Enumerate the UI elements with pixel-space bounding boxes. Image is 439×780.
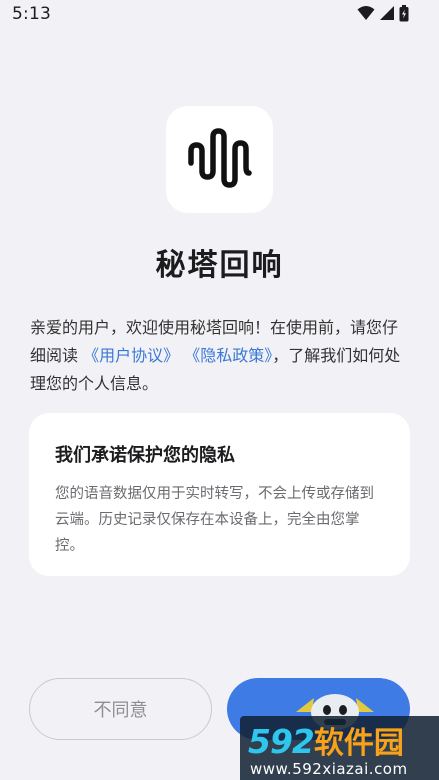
status-icons [357, 4, 409, 26]
decline-button[interactable]: 不同意 [29, 678, 212, 740]
site-watermark: 592软件园 www.592xiazai.com [240, 690, 439, 780]
card-title: 我们承诺保护您的隐私 [55, 445, 235, 466]
card-body: 您的语音数据仅用于实时转写，不会上传或存储到云端。历史记录仅保存在本设备上，完全… [55, 486, 374, 554]
status-bar: 5:13 [0, 0, 439, 32]
user-agreement-link[interactable]: 《用户协议》 [83, 346, 179, 365]
waveform-logo-icon [185, 127, 255, 193]
signal-icon [379, 5, 395, 25]
status-time: 5:13 [12, 4, 51, 24]
watermark-number: 592 [248, 722, 315, 761]
app-logo [166, 106, 273, 213]
privacy-consent-screen: 5:13 秘塔回响 亲爱的用户，欢迎使用秘塔回响！在使用前，请您仔细阅读 《用户… [0, 0, 439, 780]
watermark-brand: 592软件园 [248, 718, 404, 762]
watermark-banner: 592软件园 www.592xiazai.com [240, 716, 439, 780]
wifi-icon [357, 5, 375, 25]
intro-paragraph: 亲爱的用户，欢迎使用秘塔回响！在使用前，请您仔细阅读 《用户协议》 《隐私政策》… [30, 314, 412, 398]
battery-icon [399, 4, 409, 26]
privacy-policy-link[interactable]: 《隐私政策》 [184, 346, 272, 365]
watermark-url: www.592xiazai.com [250, 760, 408, 778]
watermark-text: 软件园 [313, 726, 404, 761]
privacy-promise-card: 我们承诺保护您的隐私 您的语音数据仅用于实时转写，不会上传或存储到云端。历史记录… [29, 413, 410, 576]
app-title: 秘塔回响 [155, 248, 284, 283]
